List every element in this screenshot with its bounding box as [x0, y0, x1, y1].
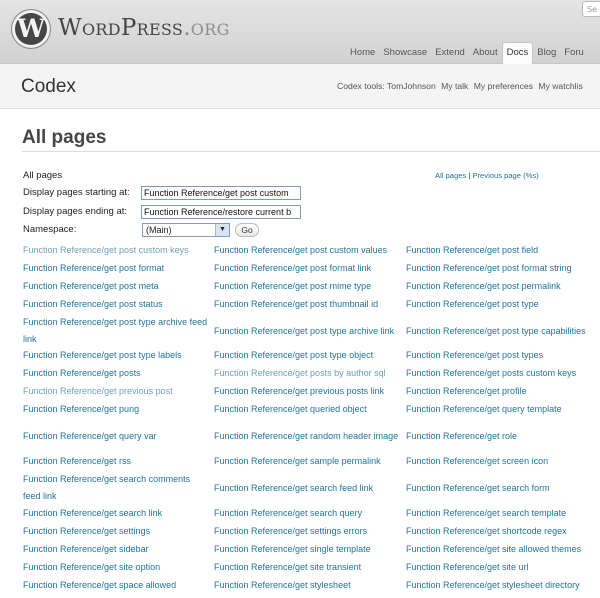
page-link[interactable]: Function Reference/get site transient — [214, 559, 402, 577]
start-page-input[interactable]: Function Reference/get post custom — [141, 186, 301, 200]
page-link[interactable]: Function Reference/get space allowed — [23, 577, 209, 595]
page-link[interactable]: Function Reference/get query template — [406, 401, 600, 419]
namespace-select[interactable]: (Main) ▼ — [142, 223, 230, 237]
page-link[interactable]: Function Reference/get role — [406, 419, 600, 453]
page-link[interactable]: Function Reference/get random header ima… — [214, 419, 402, 453]
page-link[interactable]: Function Reference/get stylesheet direct… — [406, 577, 600, 595]
nav-blog[interactable]: Blog — [533, 43, 560, 66]
all-pages-label: All pages — [23, 170, 63, 181]
page-link[interactable]: Function Reference/get search template — [406, 505, 600, 523]
page-link[interactable]: Function Reference/get site option — [23, 559, 209, 577]
page-link[interactable]: Function Reference/get post custom value… — [214, 242, 402, 260]
nav-extend[interactable]: Extend — [431, 43, 469, 66]
heading-divider — [22, 151, 600, 152]
pagination-links: All pages | Previous page (%s) — [435, 171, 539, 180]
page-link[interactable]: Function Reference/get post thumbnail id — [214, 296, 402, 314]
page-link[interactable]: Function Reference/get search feed link — [214, 471, 402, 505]
page-link[interactable]: Function Reference/get site allowed them… — [406, 541, 600, 559]
page-link[interactable]: Function Reference/get post type object — [214, 347, 402, 365]
page-link[interactable]: Function Reference/get search comments f… — [23, 471, 209, 505]
page-link[interactable]: Function Reference/get stylesheet — [214, 577, 402, 595]
site-wordmark[interactable]: WordPress.org — [58, 15, 230, 41]
logo-letter: W — [16, 14, 46, 43]
all-pages-link[interactable]: All pages — [435, 171, 466, 180]
dropdown-arrow-icon[interactable]: ▼ — [215, 224, 229, 236]
page-link[interactable]: Function Reference/get posts custom keys — [406, 365, 600, 383]
page-link[interactable]: Function Reference/get post permalink — [406, 278, 600, 296]
page-link[interactable]: Function Reference/get post meta — [23, 278, 209, 296]
page-link[interactable]: Function Reference/get shortcode regex — [406, 523, 600, 541]
page-link[interactable]: Function Reference/get settings errors — [214, 523, 402, 541]
page-link[interactable]: Function Reference/get profile — [406, 383, 600, 401]
page-link[interactable]: Function Reference/get search link — [23, 505, 209, 523]
previous-page-link[interactable]: Previous page (%s) — [472, 171, 538, 180]
page-link[interactable]: Function Reference/get posts by author s… — [214, 365, 402, 383]
nav-about[interactable]: About — [469, 43, 502, 66]
page-link[interactable]: Function Reference/get rss — [23, 453, 209, 471]
codex-tools: Codex tools: TomJohnson My talk My prefe… — [337, 81, 586, 91]
my-talk-link[interactable]: My talk — [441, 81, 468, 91]
page-link[interactable]: Function Reference/get post format — [23, 260, 209, 278]
nav-home[interactable]: Home — [346, 43, 379, 66]
codex-title[interactable]: Codex — [21, 76, 76, 98]
page-link[interactable]: Function Reference/get sample permalink — [214, 453, 402, 471]
site-search-input[interactable]: Se — [582, 1, 600, 17]
page-link[interactable]: Function Reference/get post type archive… — [214, 314, 402, 348]
page-link[interactable]: Function Reference/get post type — [406, 296, 600, 314]
codex-tools-user[interactable]: Codex tools: TomJohnson — [337, 81, 436, 91]
page-link[interactable]: Function Reference/get post field — [406, 242, 600, 260]
page-link[interactable]: Function Reference/get post type archive… — [23, 314, 209, 348]
namespace-value: (Main) — [146, 225, 172, 235]
page-link[interactable]: Function Reference/get post type labels — [23, 347, 209, 365]
go-button[interactable]: Go — [235, 223, 259, 237]
my-watchlist-link[interactable]: My watchlis — [538, 81, 582, 91]
page-link[interactable]: Function Reference/get post type capabil… — [406, 314, 600, 348]
page-link[interactable]: Function Reference/get queried object — [214, 401, 402, 419]
page-link[interactable]: Function Reference/get screen icon — [406, 453, 600, 471]
page-title: All pages — [22, 127, 107, 148]
page-link[interactable]: Function Reference/get post format link — [214, 260, 402, 278]
page-link[interactable]: Function Reference/get post status — [23, 296, 209, 314]
wordpress-logo-icon[interactable]: W — [12, 10, 50, 48]
nav-forums[interactable]: Foru — [560, 43, 588, 66]
page-link[interactable]: Function Reference/get search query — [214, 505, 402, 523]
page-link[interactable]: Function Reference/get previous posts li… — [214, 383, 402, 401]
page-link[interactable]: Function Reference/get post types — [406, 347, 600, 365]
nav-docs[interactable]: Docs — [501, 42, 534, 65]
page-link[interactable]: Function Reference/get post mime type — [214, 278, 402, 296]
wordmark-suffix: .org — [183, 15, 230, 41]
page-link[interactable]: Function Reference/get single template — [214, 541, 402, 559]
main-nav: Home Showcase Extend About Docs Blog Foru — [346, 40, 588, 66]
page-link[interactable]: Function Reference/get sidebar — [23, 541, 209, 559]
page-link[interactable]: Function Reference/get previous post — [23, 383, 209, 401]
page-link[interactable]: Function Reference/get site url — [406, 559, 600, 577]
page-link[interactable]: Function Reference/get posts — [23, 365, 209, 383]
page-link[interactable]: Function Reference/get post format strin… — [406, 260, 600, 278]
page-link[interactable]: Function Reference/get settings — [23, 523, 209, 541]
page-link[interactable]: Function Reference/get query var — [23, 419, 209, 453]
page-link[interactable]: Function Reference/get search form — [406, 471, 600, 505]
namespace-label: Namespace: — [23, 224, 77, 235]
page-link[interactable]: Function Reference/get pung — [23, 401, 209, 419]
page-link[interactable]: Function Reference/get post custom keys — [23, 242, 209, 260]
my-preferences-link[interactable]: My preferences — [474, 81, 533, 91]
end-page-input[interactable]: Function Reference/restore current b — [141, 205, 301, 219]
nav-showcase[interactable]: Showcase — [379, 43, 431, 66]
end-label: Display pages ending at: — [23, 206, 128, 217]
start-label: Display pages starting at: — [23, 187, 130, 198]
wordmark-main: WordPress — [58, 15, 184, 41]
